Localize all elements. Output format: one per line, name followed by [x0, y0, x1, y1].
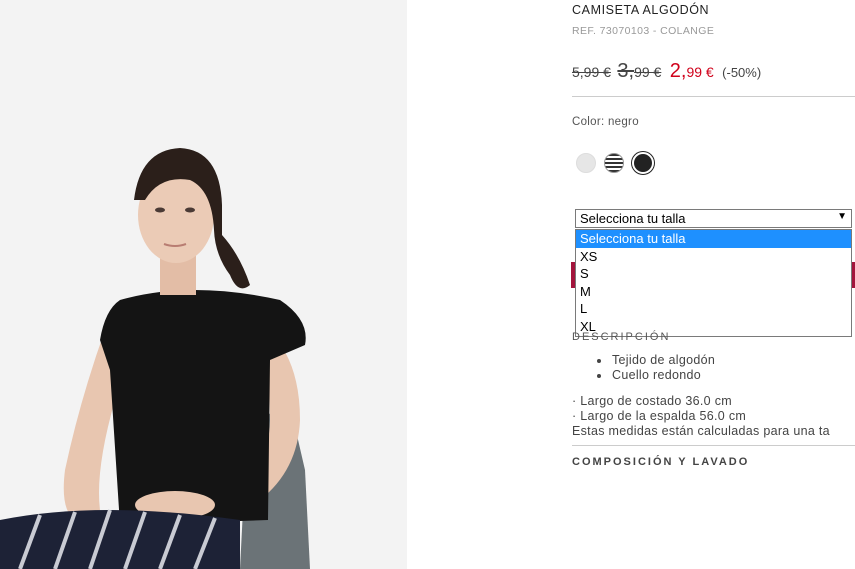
color-swatch-striped[interactable] — [604, 153, 624, 173]
color-swatch-black[interactable] — [632, 152, 654, 174]
sale-price-int: 2, — [669, 60, 687, 82]
size-select-value: Selecciona tu talla — [580, 211, 686, 226]
divider — [572, 445, 855, 446]
color-swatch-grey[interactable] — [576, 153, 596, 173]
size-option[interactable]: Selecciona tu talla — [576, 230, 851, 248]
list-item: Cuello redondo — [594, 368, 715, 383]
list-item: Tejido de algodón — [594, 353, 715, 368]
size-option[interactable]: XS — [576, 248, 851, 266]
discount-badge: (-50%) — [722, 65, 762, 80]
size-option[interactable]: S — [576, 265, 851, 283]
product-image[interactable] — [0, 0, 407, 569]
price-block: 5,99 € 3,99 € 2,99 € (-50%) — [572, 60, 761, 83]
composition-heading[interactable]: COMPOSICIÓN Y LAVADO — [572, 456, 749, 468]
product-reference: REF. 73070103 - COLANGE — [572, 25, 715, 37]
original-price: 5,99 € — [572, 64, 611, 80]
measure-note: Estas medidas están calculadas para una … — [572, 424, 830, 438]
color-swatches — [576, 152, 654, 174]
size-select[interactable]: Selecciona tu talla ▼ — [575, 209, 852, 228]
product-title: CAMISETA ALGODÓN — [572, 3, 710, 17]
measure-line: · Largo de la espalda 56.0 cm — [572, 409, 747, 423]
color-label: Color: negro — [572, 116, 639, 128]
description-heading[interactable]: DESCRIPCIÓN — [572, 331, 670, 343]
intermediate-price-int: 3, — [617, 60, 635, 82]
size-dropdown-list[interactable]: Selecciona tu talla XS S M L XL — [575, 229, 852, 337]
divider — [572, 96, 855, 97]
chevron-down-icon[interactable]: ▼ — [837, 211, 847, 222]
product-info: CAMISETA ALGODÓN REF. 73070103 - COLANGE… — [571, 0, 855, 569]
measure-line: · Largo de costado 36.0 cm — [572, 394, 732, 408]
intermediate-price-dec: 99 € — [634, 64, 662, 80]
description-bullets: Tejido de algodón Cuello redondo — [594, 353, 715, 383]
sale-price-dec: 99 € — [686, 64, 714, 80]
size-option[interactable]: M — [576, 283, 851, 301]
size-option[interactable]: L — [576, 300, 851, 318]
